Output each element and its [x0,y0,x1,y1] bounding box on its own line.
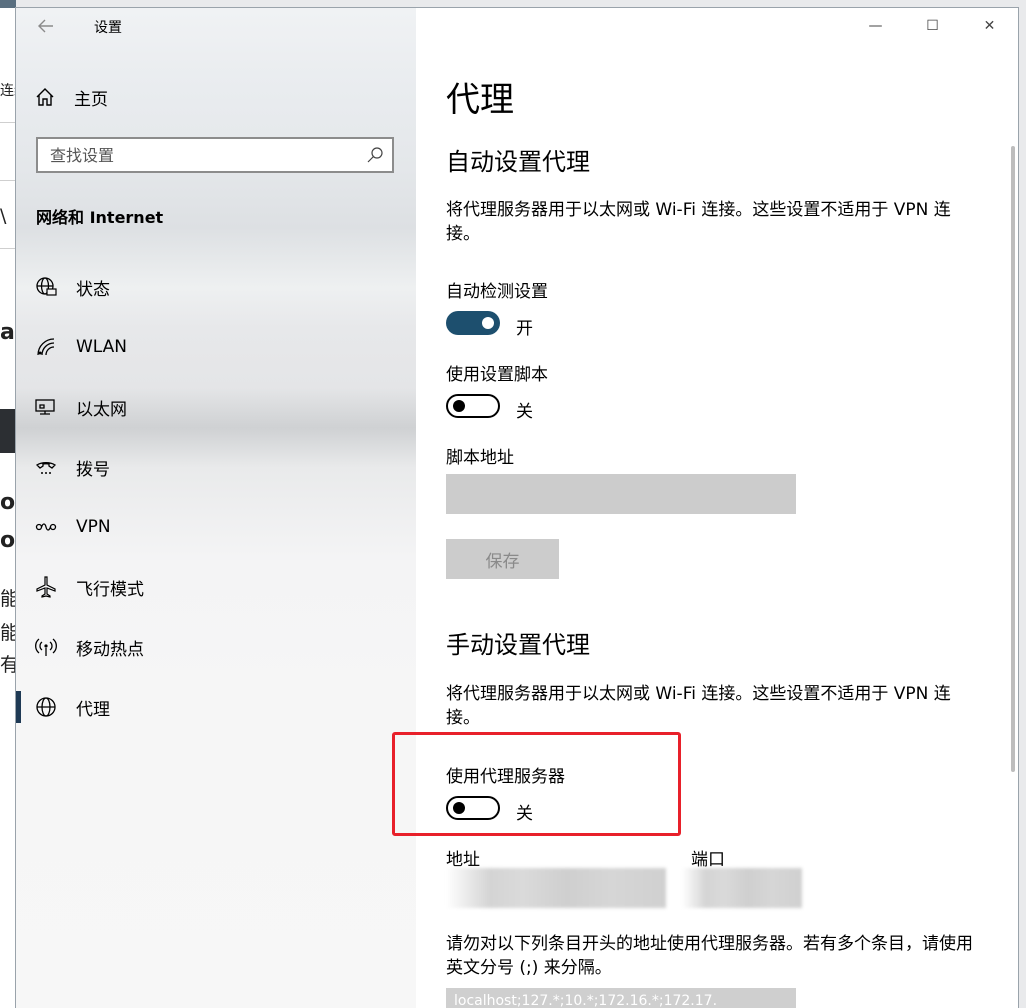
toggle-knob [482,317,494,329]
sidebar-item-label: WLAN [76,337,128,357]
sidebar-item-label: 以太网 [76,399,127,420]
script-address-input[interactable] [446,474,796,514]
background-text: a [0,320,15,345]
selection-indicator [16,691,21,723]
dialup-icon [35,461,57,474]
back-button[interactable] [34,14,58,38]
wifi-icon [37,338,55,356]
auto-detect-state: 开 [516,319,533,339]
globe-icon [36,697,56,717]
auto-detect-label: 自动检测设置 [446,282,548,302]
background-text: 能 [0,588,16,610]
sidebar-item-proxy[interactable]: 代理 [16,680,416,734]
sidebar-item-mobile-hotspot[interactable]: 移动热点 [16,620,416,674]
sidebar-item-wlan[interactable]: WLAN [16,320,416,374]
script-address-label: 脚本地址 [446,448,514,468]
setup-script-toggle[interactable] [446,394,500,418]
address-input[interactable] [446,868,666,908]
use-proxy-label: 使用代理服务器 [446,767,565,787]
page-title: 代理 [446,80,514,120]
settings-window: 设置 主页 网络和 Internet 状态 [16,8,1018,1008]
window-controls: — ☐ ✕ [847,8,1018,44]
sidebar-item-label: 移动热点 [76,639,144,660]
scrollbar[interactable] [1011,146,1015,772]
search-input[interactable] [50,139,350,171]
toggle-knob [453,802,465,814]
exceptions-description: 请勿对以下列条目开头的地址使用代理服务器。若有多个条目，请使用英文分号 (;) … [446,934,973,978]
background-text: 能 [0,622,16,644]
sidebar-item-status[interactable]: 状态 [16,260,416,314]
window-title: 设置 [94,20,122,36]
main-content: — ☐ ✕ 代理 自动设置代理 将代理服务器用于以太网或 Wi-Fi 连接。这些… [392,8,1018,1008]
section-title: 网络和 Internet [36,208,164,227]
background-text: 连续 [0,83,16,99]
use-proxy-toggle[interactable] [446,796,500,820]
background-text: \ [0,205,7,227]
vpn-icon [35,523,57,531]
background-dark-bar [0,409,16,453]
background-text: os [0,528,16,553]
close-button[interactable]: ✕ [961,8,1018,44]
sidebar-item-label: VPN [76,517,111,537]
sidebar-item-label: 飞行模式 [76,579,144,600]
auto-proxy-description: 将代理服务器用于以太网或 Wi-Fi 连接。这些设置不适用于 VPN 连接。 [446,200,951,244]
background-text: 有 [0,654,16,676]
save-button[interactable]: 保存 [446,539,559,579]
sidebar-item-ethernet[interactable]: 以太网 [16,380,416,434]
maximize-button[interactable]: ☐ [904,8,961,44]
address-label: 地址 [446,850,480,870]
exceptions-input[interactable]: localhost;127.*;10.*;172.16.*;172.17. [446,988,796,1008]
sidebar-item-label: 代理 [76,699,110,720]
home-nav-item[interactable]: 主页 [34,82,108,112]
sidebar-item-label: 拨号 [76,459,110,480]
background-divider [0,248,16,249]
background-titlebar [0,0,16,8]
search-icon[interactable] [366,146,384,164]
background-divider [0,180,16,181]
port-label: 端口 [691,850,725,870]
minimize-button[interactable]: — [847,8,904,44]
port-input[interactable] [682,868,802,908]
titlebar-left: 设置 [16,8,416,46]
toggle-knob [453,400,465,412]
auto-detect-toggle[interactable] [446,311,500,335]
background-text: or [0,490,16,515]
sidebar-item-label: 状态 [76,279,110,300]
close-icon: ✕ [983,18,996,34]
home-label: 主页 [74,89,108,110]
setup-script-label: 使用设置脚本 [446,365,548,385]
use-proxy-state: 关 [516,804,533,824]
ethernet-icon [35,399,55,415]
manual-proxy-description: 将代理服务器用于以太网或 Wi-Fi 连接。这些设置不适用于 VPN 连接。 [446,684,951,728]
setup-script-state: 关 [516,402,533,422]
airplane-icon [36,576,56,598]
sidebar: 设置 主页 网络和 Internet 状态 [16,8,416,1008]
background-divider [0,122,16,123]
background-window-strip: 连续 \ a or os 能 能 有 [0,0,16,1008]
home-icon [36,88,54,106]
globe-status-icon [36,277,57,296]
search-box[interactable] [36,137,394,173]
minimize-icon: — [868,18,883,34]
sidebar-item-vpn[interactable]: VPN [16,500,416,554]
sidebar-item-dialup[interactable]: 拨号 [16,440,416,494]
sidebar-item-airplane-mode[interactable]: 飞行模式 [16,560,416,614]
back-arrow-icon [38,19,53,33]
auto-proxy-heading: 自动设置代理 [446,148,590,176]
manual-proxy-heading: 手动设置代理 [446,631,590,659]
maximize-icon: ☐ [926,18,939,34]
hotspot-icon [35,638,57,656]
